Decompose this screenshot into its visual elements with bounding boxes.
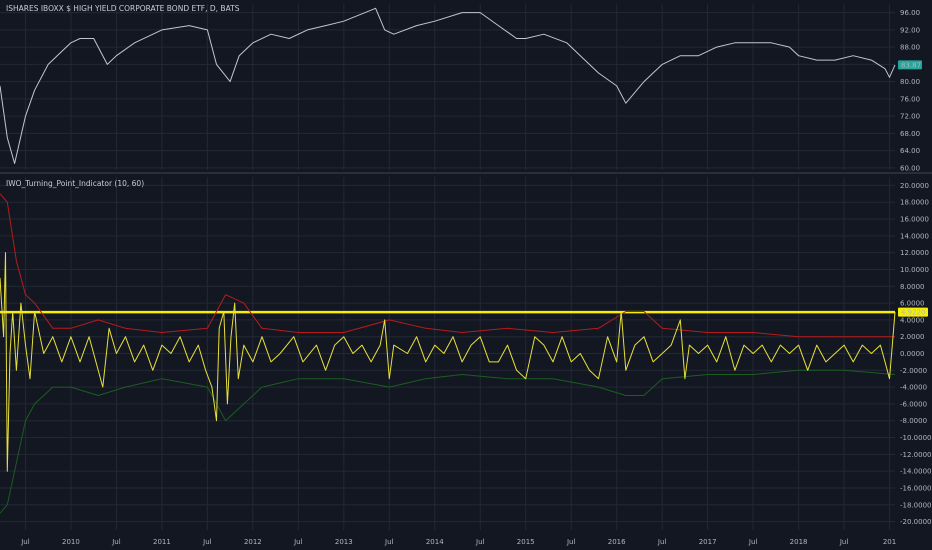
y-tick-label: 88.00 <box>900 44 920 52</box>
time-tick-label: 2016 <box>608 538 626 546</box>
y-tick-label: 20.0000 <box>900 182 929 190</box>
y-tick-label: 8.0000 <box>900 283 925 291</box>
y-tick-label: 80.00 <box>900 78 920 86</box>
time-tick-label: 2017 <box>699 538 717 546</box>
y-tick-label: 10.0000 <box>900 266 929 274</box>
y-tick-label: 4.0000 <box>900 316 925 324</box>
indicator-pane-title: IWO_Turning_Point_Indicator (10, 60) <box>6 179 144 188</box>
y-tick-label: -14.0000 <box>900 468 931 476</box>
y-tick-label: 2.0000 <box>900 333 925 341</box>
y-tick-label: -16.0000 <box>900 484 931 492</box>
indicator-value-tag: 4.9220 <box>898 307 928 317</box>
trading-chart: 96.0092.0088.0084.0080.0076.0072.0068.00… <box>0 0 932 550</box>
y-tick-label: 12.0000 <box>900 249 929 257</box>
time-tick-label: 2015 <box>517 538 535 546</box>
time-tick-label: 2010 <box>62 538 80 546</box>
time-tick-label: Jul <box>111 538 121 546</box>
y-tick-label: 64.00 <box>900 147 920 155</box>
time-tick-label: Jul <box>566 538 576 546</box>
time-tick-label: 2012 <box>244 538 262 546</box>
time-tick-label: 2018 <box>790 538 808 546</box>
y-tick-label: -8.0000 <box>900 417 927 425</box>
y-tick-label: 60.00 <box>900 164 920 172</box>
last-price-tag: 83.87 <box>898 60 922 70</box>
chart-background <box>0 0 932 550</box>
y-tick-label: 76.00 <box>900 95 920 103</box>
y-tick-label: 14.0000 <box>900 232 929 240</box>
indicator-last-value: 4.9220 <box>901 309 926 317</box>
time-tick-label: Jul <box>293 538 303 546</box>
y-tick-label: -4.0000 <box>900 384 927 392</box>
y-tick-label: 72.00 <box>900 113 920 121</box>
time-tick-label: Jul <box>202 538 212 546</box>
price-pane-title: ISHARES IBOXX $ HIGH YIELD CORPORATE BON… <box>6 4 240 13</box>
time-tick-label: 2011 <box>153 538 171 546</box>
time-tick-label: Jul <box>657 538 667 546</box>
y-tick-label: -18.0000 <box>900 501 931 509</box>
y-tick-label: 68.00 <box>900 130 920 138</box>
time-tick-label: 201 <box>883 538 896 546</box>
y-tick-label: -10.0000 <box>900 434 931 442</box>
y-tick-label: -20.0000 <box>900 518 931 526</box>
y-tick-label: -2.0000 <box>900 367 927 375</box>
y-tick-label: -12.0000 <box>900 451 931 459</box>
y-tick-label: 0.0000 <box>900 350 925 358</box>
y-tick-label: 6.0000 <box>900 300 925 308</box>
time-tick-label: Jul <box>748 538 758 546</box>
y-tick-label: 18.0000 <box>900 199 929 207</box>
time-tick-label: Jul <box>475 538 485 546</box>
time-tick-label: Jul <box>839 538 849 546</box>
y-tick-label: 16.0000 <box>900 216 929 224</box>
time-tick-label: 2014 <box>426 538 444 546</box>
last-price-value: 83.87 <box>901 61 921 69</box>
y-tick-label: 92.00 <box>900 26 920 34</box>
time-tick-label: 2013 <box>335 538 353 546</box>
time-tick-label: Jul <box>384 538 394 546</box>
time-tick-label: Jul <box>20 538 30 546</box>
y-tick-label: -6.0000 <box>900 400 927 408</box>
y-tick-label: 96.00 <box>900 9 920 17</box>
